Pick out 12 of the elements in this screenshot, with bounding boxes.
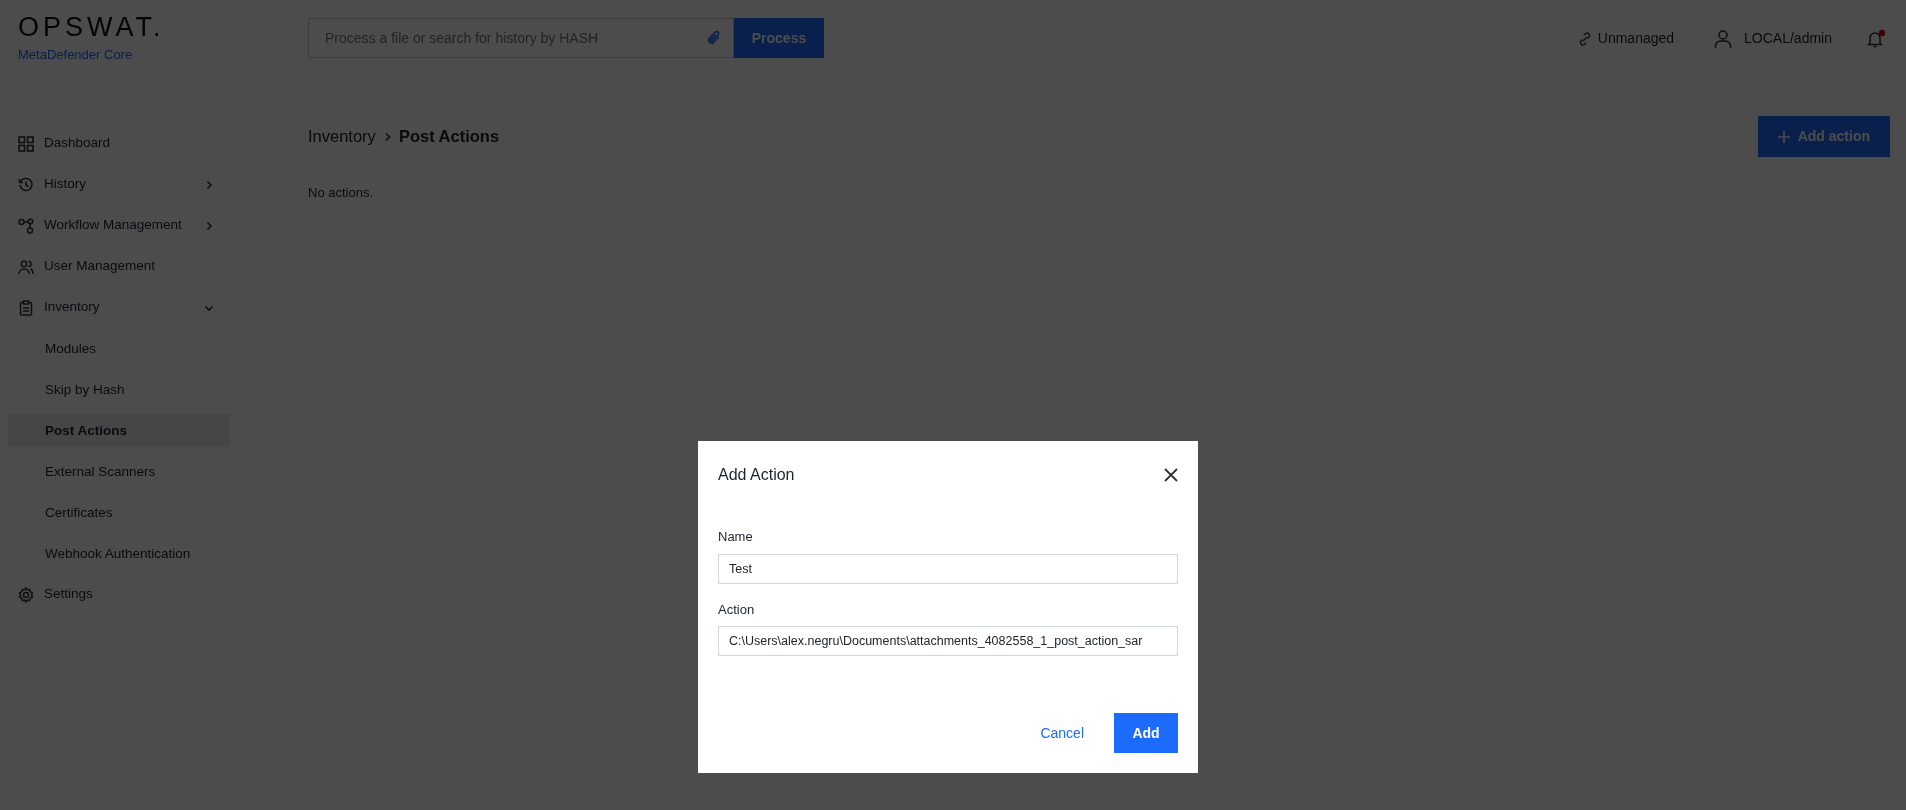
input-field[interactable]: C:\Users\alex.negru\Documents\attachments_4082558_1_post_action_sar bbox=[718, 626, 1178, 656]
field-label: Action bbox=[718, 600, 756, 619]
add-button[interactable]: Add bbox=[1114, 713, 1178, 753]
breadcrumb-item: Post Actions bbox=[398, 126, 500, 148]
status-label[interactable]: Unmanaged bbox=[1597, 28, 1675, 49]
cancel-button[interactable]: Cancel bbox=[1034, 721, 1090, 745]
empty-message: No actions. bbox=[308, 184, 375, 202]
field-label: Name bbox=[718, 528, 754, 546]
product-name: MetaDefender Core bbox=[18, 46, 134, 64]
dialog-title: Add Action bbox=[718, 465, 795, 485]
input-field[interactable]: Test bbox=[718, 553, 1178, 584]
close-icon[interactable] bbox=[1164, 468, 1178, 482]
